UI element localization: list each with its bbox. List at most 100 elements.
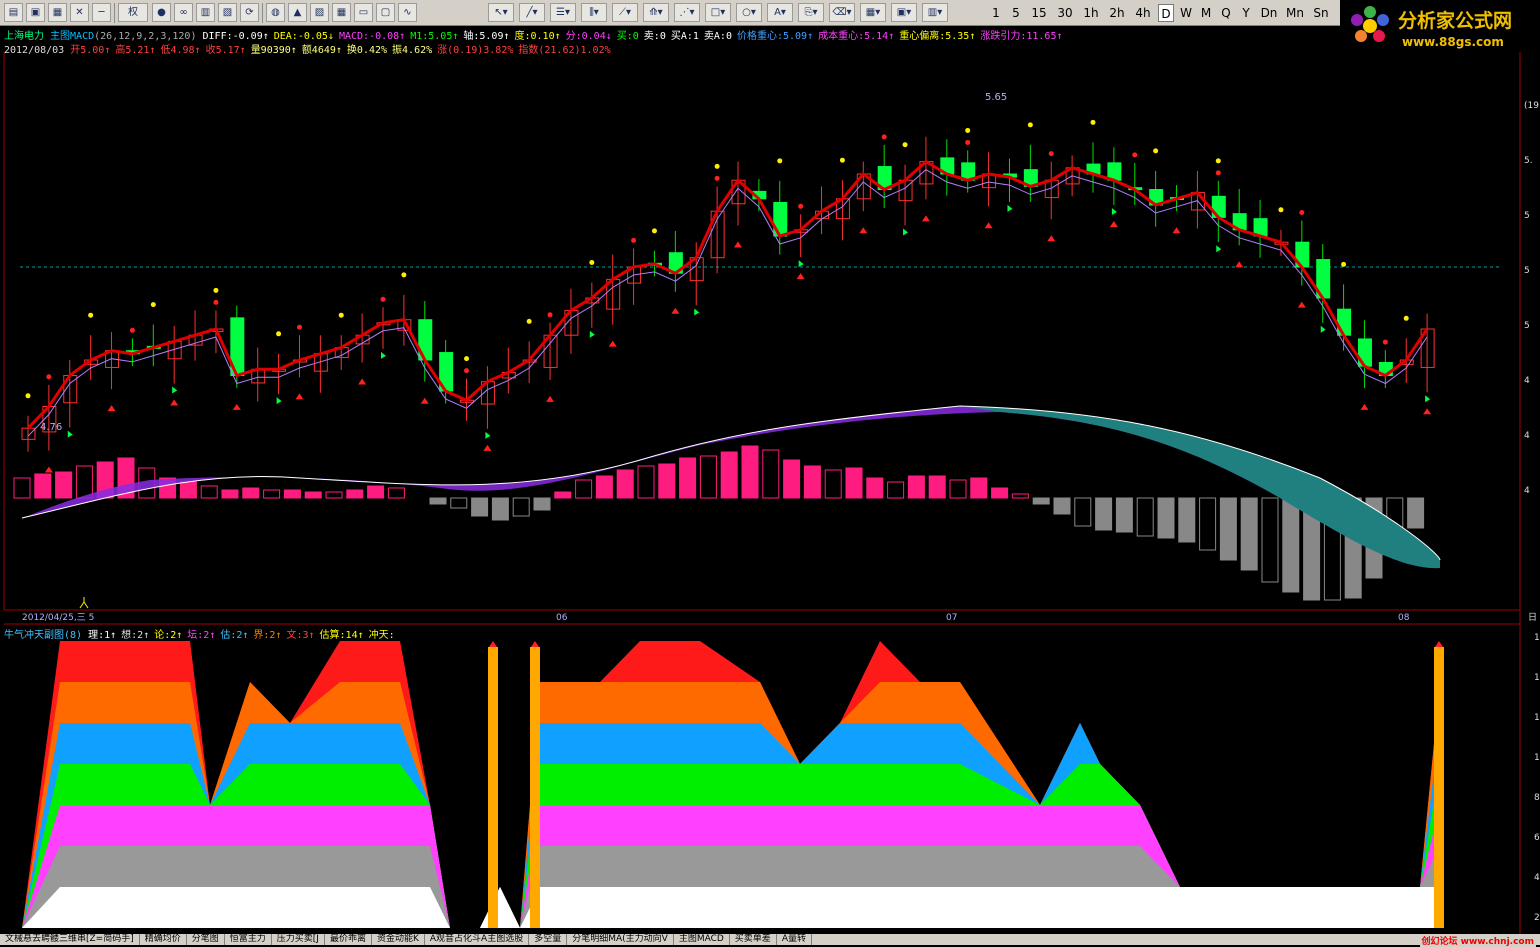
- price-tick-label: 4: [1524, 431, 1530, 441]
- sub-tick-label: 1: [1534, 673, 1540, 683]
- candle-body: [1337, 308, 1352, 336]
- formula-tab[interactable]: 分笔明细MA(主力动向V: [567, 934, 674, 945]
- signal-dot: [129, 327, 135, 333]
- macd-bar: [471, 497, 489, 517]
- signal-dot: [464, 356, 470, 362]
- macd-bar: [1011, 493, 1029, 499]
- formula-tab[interactable]: A观音占化斗A主图选股: [425, 934, 530, 945]
- formula-tab[interactable]: 主图MACD: [674, 934, 730, 945]
- sell-flag: [276, 397, 282, 405]
- sell-flag: [903, 228, 909, 236]
- sub-tick-label: 2: [1534, 913, 1540, 923]
- macd-bar: [1157, 497, 1175, 539]
- breakout-bar: [530, 647, 540, 928]
- macd-bar: [824, 469, 842, 499]
- buy-arrow: [859, 227, 868, 234]
- price-tick-label: 5.: [1524, 156, 1533, 166]
- signal-dot: [881, 134, 887, 140]
- sell-flag: [67, 430, 73, 438]
- breakout-arrow: [531, 641, 539, 647]
- macd-bar: [13, 477, 31, 499]
- macd-bar: [595, 475, 613, 499]
- buy-arrow: [734, 241, 742, 248]
- formula-tab[interactable]: 文械悬去聘髅三维串[Z=简码手]: [0, 934, 140, 945]
- macd-bar: [762, 449, 780, 499]
- price-tick-label: (19: [1524, 101, 1539, 111]
- signal-dot: [401, 272, 407, 278]
- sub-indicator-header: 牛气冲天副图(8) 理:1↑ 想:2↑ 论:2↑ 坛:2↑ 估:2↑ 界:2↑ 文:3↑ 估算…: [4, 626, 400, 641]
- signal-dot: [46, 374, 52, 380]
- signal-dot: [1132, 152, 1138, 158]
- buy-arrow: [483, 444, 492, 451]
- sell-flag: [1216, 245, 1222, 253]
- breakout-bar: [488, 647, 498, 928]
- macd-bar: [1199, 497, 1217, 551]
- macd-bar: [450, 497, 468, 509]
- signal-dot: [296, 324, 302, 330]
- price-tick-label: 4: [1524, 486, 1530, 496]
- signal-dot: [1215, 170, 1221, 176]
- macd-bar: [887, 481, 905, 499]
- formula-tab[interactable]: A量转: [777, 934, 812, 945]
- sub-indicator-value: 冲天:: [368, 630, 395, 641]
- macd-bar: [616, 469, 634, 499]
- formula-tab[interactable]: 多空量: [529, 934, 568, 945]
- signal-dot: [777, 158, 783, 164]
- macd-bar: [991, 487, 1009, 499]
- sell-flag: [1320, 325, 1326, 333]
- macd-bar: [491, 497, 509, 521]
- sub-indicator-value: 坛:2↑: [187, 630, 216, 641]
- macd-bar: [741, 445, 759, 499]
- sub-indicator-value: 论:2↑: [154, 630, 183, 641]
- macd-bar: [1282, 497, 1300, 593]
- formula-tab[interactable]: 最价乖离: [325, 934, 372, 945]
- formula-tab[interactable]: 压力买卖[J: [272, 934, 325, 945]
- macd-bar: [34, 473, 52, 499]
- signal-dot: [464, 368, 470, 374]
- macd-bar: [1136, 497, 1154, 537]
- macd-bar: [512, 497, 530, 517]
- signal-dot: [547, 312, 553, 318]
- signal-dot: [1027, 122, 1033, 128]
- main-chart[interactable]: 5.65 4.76 2012/04/25,三 5 06 07 08 日 (19 5. 5 5 5 4 4 4…: [0, 0, 1540, 934]
- signal-dot: [1090, 119, 1096, 125]
- macd-bar: [720, 451, 738, 499]
- formula-tab[interactable]: 买卖单差: [730, 934, 777, 945]
- buy-arrow: [1360, 403, 1369, 410]
- price-tick-label: 5: [1524, 211, 1530, 221]
- macd-bar: [783, 459, 801, 499]
- formula-tab[interactable]: 精确均价: [140, 934, 187, 945]
- formula-tab[interactable]: 资金动能K: [372, 934, 425, 945]
- signal-dot: [589, 260, 595, 265]
- sell-flag: [589, 330, 595, 338]
- signal-dot: [338, 312, 344, 318]
- anchor-icon: [79, 597, 89, 609]
- macd-bar: [242, 487, 260, 499]
- signal-dot: [1048, 151, 1054, 157]
- macd-bar: [907, 475, 925, 499]
- buy-arrow: [796, 273, 805, 280]
- macd-bar: [367, 485, 385, 499]
- formula-tab[interactable]: 恒富主力: [225, 934, 272, 945]
- sell-flag: [485, 431, 491, 439]
- macd-bar: [575, 479, 593, 499]
- sub-indicator-value: 界:2↑: [253, 630, 282, 641]
- signal-dot: [1382, 339, 1388, 345]
- signal-dot: [651, 228, 657, 234]
- buy-arrow: [671, 307, 680, 314]
- sell-flag: [798, 260, 804, 268]
- site-logo: 分析家公式网 www.88gs.com: [1340, 0, 1540, 52]
- sub-indicator-value: 估:2↑: [220, 630, 249, 641]
- formula-tab[interactable]: 分笔图: [187, 934, 225, 945]
- signal-dot: [1403, 315, 1409, 321]
- sell-flag: [381, 351, 386, 359]
- sub-tick-label: 8: [1534, 793, 1540, 803]
- macd-bar: [699, 455, 717, 499]
- sub-indicator-value: 理:1↑: [88, 630, 117, 641]
- signal-dot: [965, 139, 971, 145]
- macd-bar: [75, 465, 93, 499]
- date-label: 06: [556, 613, 568, 623]
- macd-bar: [325, 491, 343, 499]
- sell-flag: [1425, 395, 1431, 403]
- sub-indicator-title[interactable]: 牛气冲天副图(8): [4, 630, 82, 641]
